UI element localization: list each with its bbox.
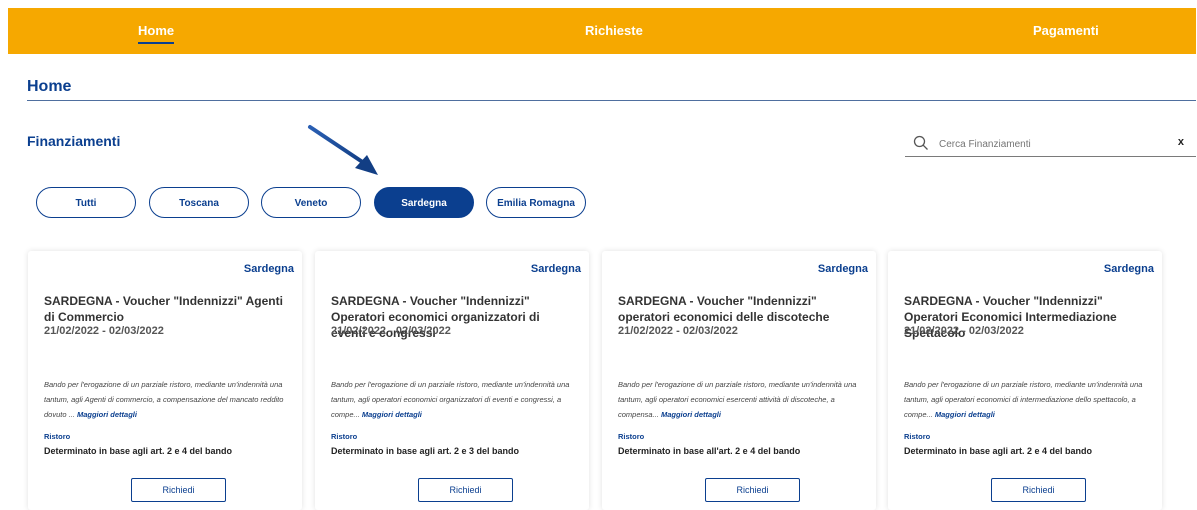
section-title: Finanziamenti (27, 133, 121, 149)
card-description: Bando per l'erogazione di un parziale ri… (44, 377, 294, 422)
more-details-link[interactable]: Maggiori dettagli (77, 410, 137, 419)
card-amount: Determinato in base agli art. 2 e 4 del … (904, 446, 1093, 456)
funding-card: Sardegna SARDEGNA - Voucher "Indennizzi"… (888, 251, 1162, 510)
filter-veneto[interactable]: Veneto (261, 187, 361, 218)
card-title: SARDEGNA - Voucher "Indennizzi" operator… (618, 294, 830, 324)
request-button[interactable]: Richiedi (705, 478, 800, 502)
card-dates: 21/02/2022 - 02/03/2022 (904, 325, 1024, 337)
search-input[interactable] (937, 133, 1171, 155)
pointer-arrow-icon (308, 125, 378, 175)
top-nav-bar: Home Richieste Pagamenti (8, 8, 1196, 54)
funding-card: Sardegna SARDEGNA - Voucher "Indennizzi"… (315, 251, 589, 510)
card-type: Ristoro (44, 432, 71, 441)
search-icon (913, 135, 928, 150)
card-amount: Determinato in base agli art. 2 e 3 del … (331, 446, 520, 456)
card-region: Sardegna (817, 263, 868, 275)
request-button[interactable]: Richiedi (418, 478, 513, 502)
more-details-link[interactable]: Maggiori dettagli (661, 410, 721, 419)
card-description-text: Bando per l'erogazione di un parziale ri… (618, 380, 857, 419)
filter-toscana[interactable]: Toscana (149, 187, 249, 218)
card-region: Sardegna (243, 263, 294, 275)
filter-tutti[interactable]: Tutti (36, 187, 136, 218)
request-button[interactable]: Richiedi (131, 478, 226, 502)
card-dates: 21/02/2022 - 02/03/2022 (331, 325, 451, 337)
card-type: Ristoro (618, 432, 645, 441)
card-dates: 21/02/2022 - 02/03/2022 (44, 325, 164, 337)
funding-card: Sardegna SARDEGNA - Voucher "Indennizzi"… (602, 251, 876, 510)
card-type: Ristoro (331, 432, 358, 441)
nav-requests[interactable]: Richieste (585, 8, 643, 54)
card-title: SARDEGNA - Voucher "Indennizzi" Agenti d… (44, 294, 283, 324)
card-region: Sardegna (530, 263, 581, 275)
filter-emilia-romagna[interactable]: Emilia Romagna (486, 187, 586, 218)
nav-payments[interactable]: Pagamenti (1033, 8, 1099, 54)
search-box: x (905, 131, 1196, 157)
card-description: Bando per l'erogazione di un parziale ri… (331, 377, 581, 422)
card-description: Bando per l'erogazione di un parziale ri… (904, 377, 1154, 422)
card-type: Ristoro (904, 432, 931, 441)
card-dates: 21/02/2022 - 02/03/2022 (618, 325, 738, 337)
more-details-link[interactable]: Maggiori dettagli (362, 410, 422, 419)
more-details-link[interactable]: Maggiori dettagli (935, 410, 995, 419)
filter-sardegna[interactable]: Sardegna (374, 187, 474, 218)
card-amount: Determinato in base all'art. 2 e 4 del b… (618, 446, 801, 456)
card-region: Sardegna (1103, 263, 1154, 275)
card-description: Bando per l'erogazione di un parziale ri… (618, 377, 868, 422)
card-amount: Determinato in base agli art. 2 e 4 del … (44, 446, 233, 456)
nav-home[interactable]: Home (138, 8, 175, 54)
request-button[interactable]: Richiedi (991, 478, 1086, 502)
funding-card: Sardegna SARDEGNA - Voucher "Indennizzi"… (28, 251, 302, 510)
title-divider (27, 100, 1196, 101)
page-title: Home (27, 78, 72, 95)
clear-search-button[interactable]: x (1178, 136, 1184, 148)
